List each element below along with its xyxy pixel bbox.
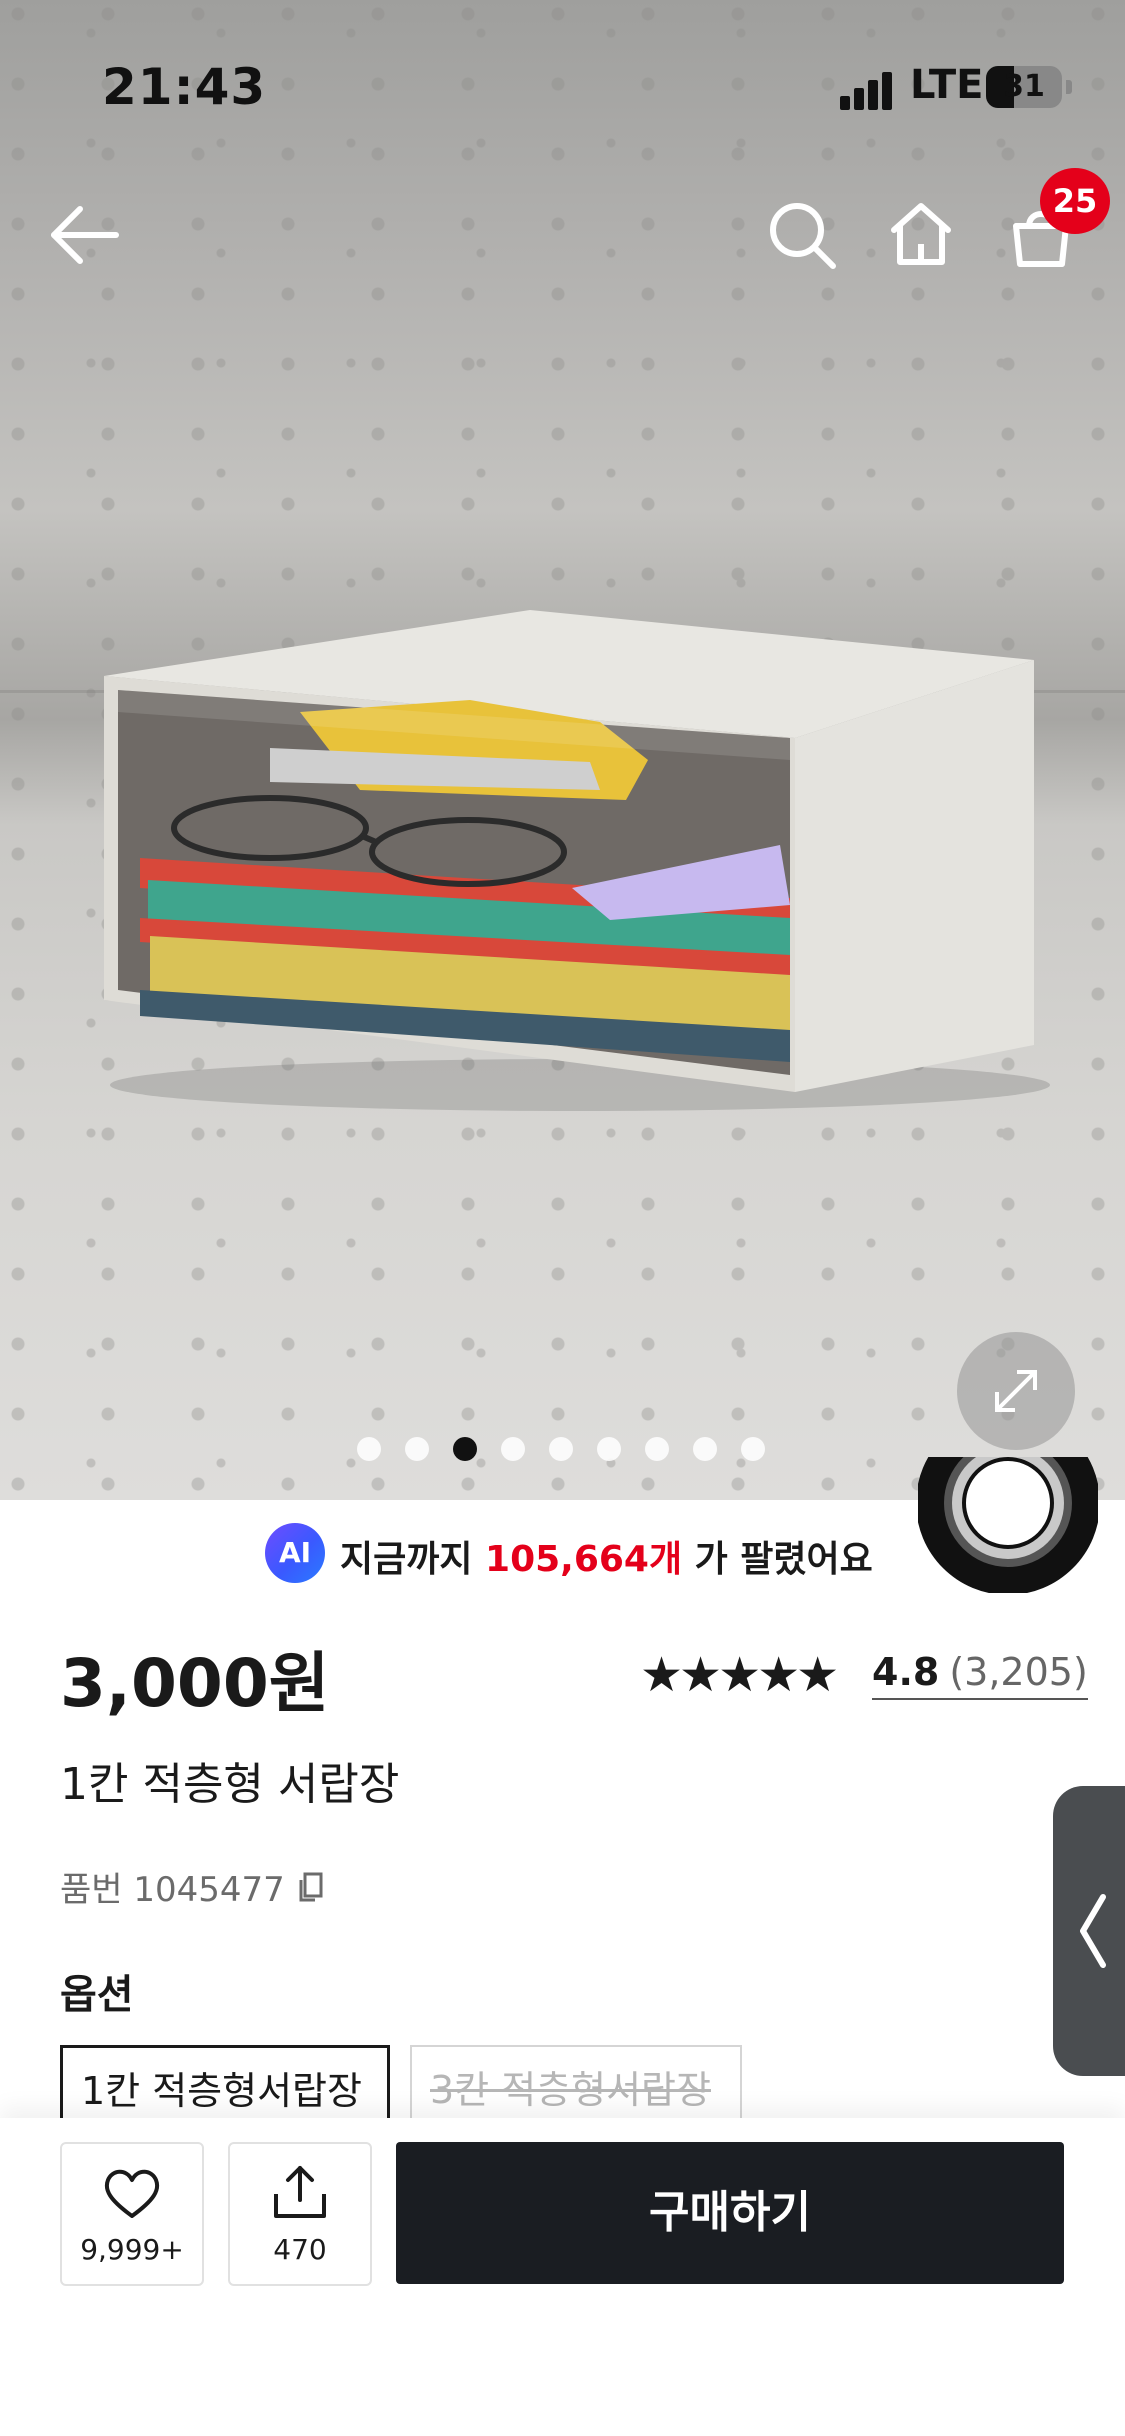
product-price: 3,000원 (60, 1645, 330, 1722)
ai-logo-icon: AI (265, 1523, 325, 1583)
home-icon (891, 203, 951, 265)
side-drawer-handle[interactable] (1053, 1786, 1125, 2076)
sales-count: 105,664개 (485, 1539, 683, 1580)
page-dot[interactable] (597, 1437, 621, 1461)
home-button[interactable] (876, 190, 966, 280)
star-icon: ★ (757, 1647, 801, 1703)
search-button[interactable] (757, 190, 847, 280)
battery-icon: 31 (986, 66, 1062, 108)
cart-count-badge: 25 (1040, 168, 1110, 234)
rating-score: 4.8 (872, 1650, 940, 1694)
page-dot[interactable] (645, 1437, 669, 1461)
rating-link[interactable]: 4.8 (3,205) (872, 1650, 1088, 1700)
sales-suffix: 가 팔렸어요 (682, 1539, 873, 1580)
product-title: 1칸 적층형 서랍장 (60, 1759, 400, 1810)
like-button[interactable]: 9,999+ (60, 2142, 204, 2286)
option-3-drawer-soldout[interactable]: 3칸 적층형서랍장 (410, 2045, 742, 2125)
page-dot[interactable] (357, 1437, 381, 1461)
page-dot[interactable] (693, 1437, 717, 1461)
sales-prefix: 지금까지 (340, 1539, 486, 1580)
sku-text: 품번 1045477 (60, 1870, 285, 1910)
fullscreen-button[interactable] (957, 1332, 1075, 1450)
share-count: 470 (273, 2233, 327, 2266)
share-button[interactable]: 470 (228, 2142, 372, 2286)
status-bar: 21:43 LTE 31 (0, 0, 1125, 170)
buy-button[interactable]: 구매하기 (396, 2142, 1064, 2284)
search-icon (770, 203, 836, 269)
star-icon: ★ (640, 1647, 684, 1703)
status-time: 21:43 (102, 58, 267, 116)
star-icon: ★ (679, 1647, 723, 1703)
page-dot[interactable] (549, 1437, 573, 1461)
sales-count-banner: 지금까지 105,664개 가 팔렸어요 (340, 1530, 873, 1582)
floating-record-button[interactable] (918, 1457, 1098, 1593)
network-label: LTE (910, 62, 984, 108)
battery-tip (1066, 80, 1072, 94)
star-icon: ★ (796, 1647, 840, 1703)
copy-icon[interactable] (295, 1870, 325, 1913)
image-pagination (357, 1437, 777, 1461)
star-icon: ★ (718, 1647, 762, 1703)
signal-icon (840, 72, 900, 110)
option-1-drawer[interactable]: 1칸 적층형서랍장 (60, 2045, 390, 2127)
page-dot[interactable] (501, 1437, 525, 1461)
like-count: 9,999+ (80, 2233, 184, 2266)
heart-icon (104, 2169, 160, 2218)
battery-level: 31 (1003, 69, 1045, 104)
chevron-left-icon (1080, 1894, 1106, 1968)
rating-stars[interactable]: ★★★★★ (640, 1647, 839, 1703)
share-icon (274, 2166, 326, 2218)
page-dot[interactable] (741, 1437, 765, 1461)
options-heading: 옵션 (60, 1972, 134, 2018)
back-arrow-icon (51, 206, 119, 264)
product-sku: 품번 1045477 (60, 1862, 325, 1913)
review-count: (3,205) (949, 1650, 1088, 1694)
page-dot-active[interactable] (453, 1437, 477, 1461)
expand-icon (995, 1370, 1037, 1412)
page-dot[interactable] (405, 1437, 429, 1461)
back-button[interactable] (40, 190, 130, 280)
